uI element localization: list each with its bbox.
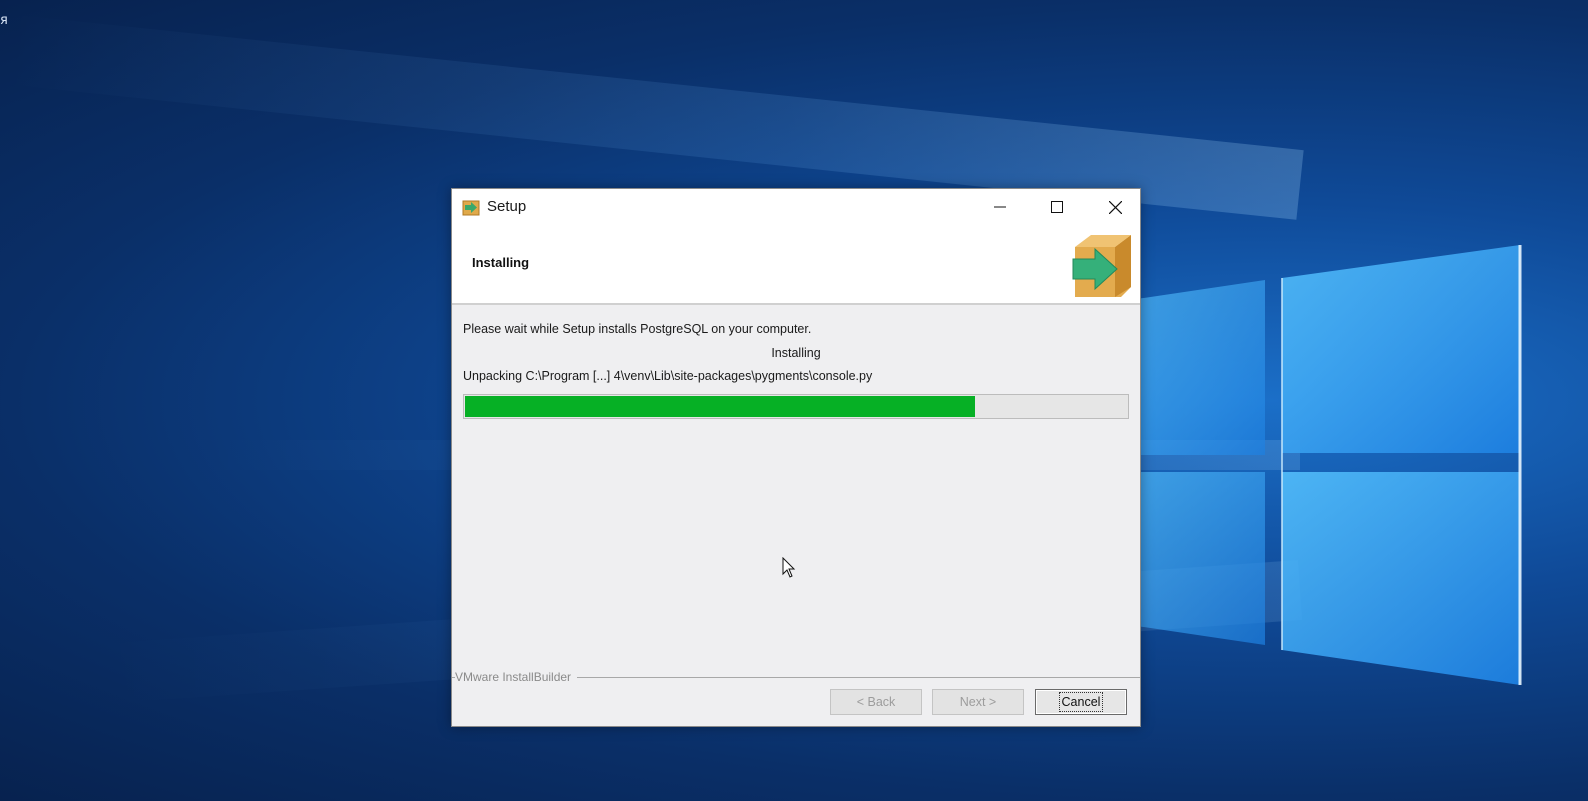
maximize-button[interactable] [1034, 189, 1080, 225]
mouse-cursor-icon [782, 557, 796, 578]
page-title: Installing [472, 255, 530, 270]
title-bar[interactable]: Setup [452, 189, 1140, 225]
next-button[interactable]: Next > [932, 689, 1024, 715]
installer-arrow-box-icon [1072, 235, 1131, 297]
progress-fill [465, 396, 975, 417]
desktop-background: я Setup Installing Please wait while Set… [0, 0, 1588, 801]
install-progress-bar [463, 394, 1129, 419]
minimize-button[interactable] [977, 189, 1023, 225]
windows-logo-icon [1130, 245, 1522, 685]
install-status: Installing [771, 346, 821, 360]
header-panel: Installing [452, 225, 1140, 305]
close-icon [1108, 200, 1122, 214]
branding-label: VMware InstallBuilder [455, 670, 578, 684]
setup-arrow-box-icon [462, 200, 480, 216]
close-button[interactable] [1092, 189, 1138, 225]
cancel-button-label: Cancel [1058, 692, 1104, 712]
desktop-corner-text: я [0, 13, 8, 28]
back-button[interactable]: < Back [830, 689, 922, 715]
current-file-path: Unpacking C:\Program [...] 4\venv\Lib\si… [463, 369, 873, 383]
setup-window: Setup Installing Please wait while Setup… [451, 188, 1141, 727]
window-title: Setup [487, 198, 527, 215]
cancel-button[interactable]: Cancel [1035, 689, 1127, 715]
maximize-icon [1051, 201, 1063, 213]
wait-message: Please wait while Setup installs Postgre… [463, 322, 812, 336]
minimize-icon [994, 206, 1006, 208]
